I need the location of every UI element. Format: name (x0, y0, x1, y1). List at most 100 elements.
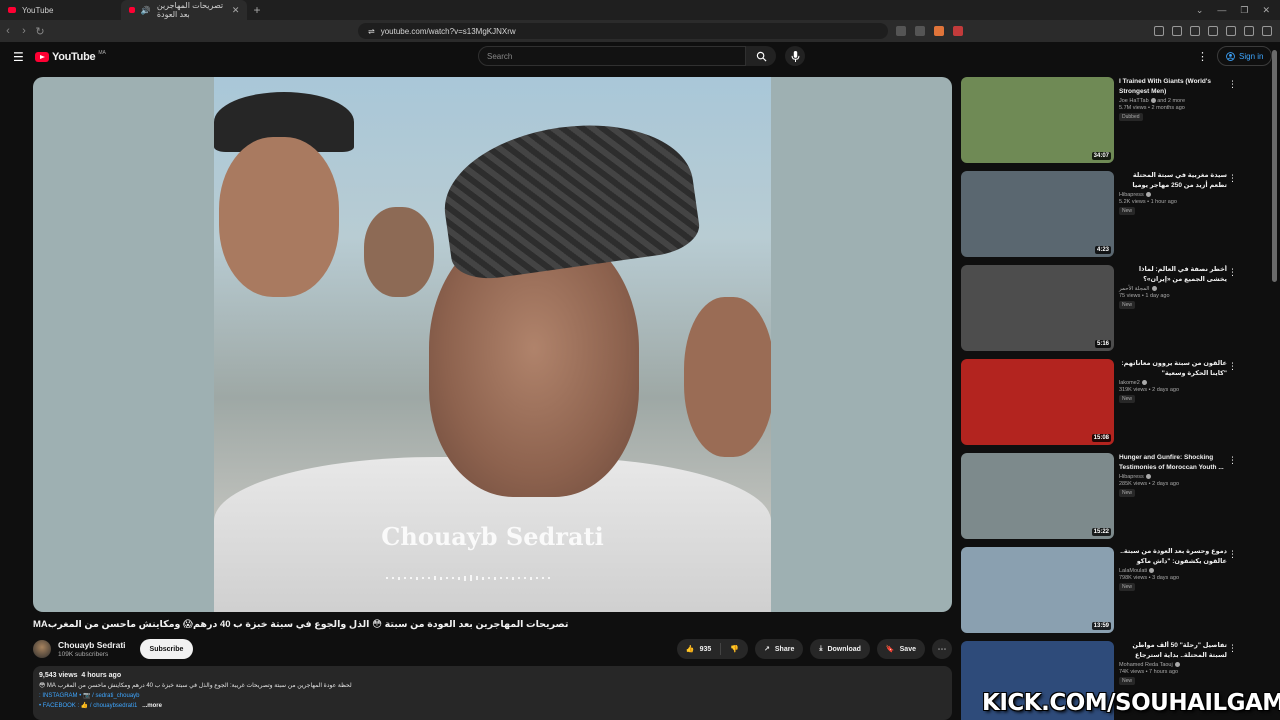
video-menu-icon[interactable]: ⋮ (1228, 361, 1237, 372)
reload-icon[interactable]: ↻ (32, 25, 48, 38)
video-menu-icon[interactable]: ⋮ (1228, 549, 1237, 560)
url-field[interactable]: ⇌ youtube.com/watch?v=s13MgKJNXrw (358, 23, 888, 39)
video-menu-icon[interactable]: ⋮ (1228, 173, 1237, 184)
instagram-link[interactable]: : INSTAGRAM • 📷 / sedrati_chouayb (39, 693, 140, 699)
bookmarks-icon[interactable] (1190, 26, 1200, 36)
recommended-video[interactable]: 15:08 عالقون من سبتة يروون معاناتهم: "كاي… (961, 359, 1245, 445)
tab-list-icon[interactable]: ⌄ (1196, 5, 1204, 16)
video-thumbnail[interactable]: 15:08 (961, 359, 1114, 445)
subscribe-button[interactable]: Subscribe (139, 639, 194, 659)
video-title[interactable]: تفاصيل "رحلة" 50 ألف مواطن لسبتة المحتلة… (1119, 641, 1227, 660)
translate-icon[interactable] (896, 26, 906, 36)
channel-name-text[interactable]: LalaMoulati (1119, 568, 1147, 574)
settings-menu-icon[interactable]: ⋮ (1197, 50, 1208, 63)
back-icon[interactable]: ‹ (0, 25, 16, 37)
hamburger-menu-icon[interactable]: ☰ (13, 50, 24, 64)
channel-name-text[interactable]: المجلة الأحمر (1119, 286, 1150, 292)
collab-text: and 2 more (1157, 98, 1186, 104)
more-actions-button[interactable]: ⋯ (932, 639, 952, 659)
close-window-icon[interactable]: ✕ (1262, 5, 1270, 16)
show-more-link[interactable]: ...more (142, 703, 162, 709)
video-actions: 👍 935 👎 ↗ Share ⤓ Download 🔖 Save ⋯ (676, 639, 952, 659)
close-tab-icon[interactable]: ✕ (232, 5, 240, 16)
video-title[interactable]: Hunger and Gunfire: Shocking Testimonies… (1119, 453, 1227, 472)
search-input[interactable]: Search (478, 46, 746, 66)
bookmark-icon: 🔖 (885, 646, 895, 653)
video-title[interactable]: دموع وحسرة بعد العودة من سبتة.. عالقون ي… (1119, 547, 1227, 566)
download-button[interactable]: ⤓ Download (810, 639, 870, 659)
waveform-bar (458, 576, 460, 580)
video-meta: سيدة مغربية في سبتة المحتلة تطعم أزيد من… (1119, 171, 1227, 257)
video-player[interactable]: Chouayb Sedrati (33, 77, 952, 612)
video-menu-icon[interactable]: ⋮ (1228, 79, 1237, 90)
video-title[interactable]: I Trained With Giants (World's Strongest… (1119, 77, 1227, 96)
minimize-icon[interactable]: — (1217, 5, 1226, 16)
like-count: 935 (699, 645, 712, 653)
search-button[interactable] (746, 46, 776, 66)
video-menu-icon[interactable]: ⋮ (1228, 643, 1237, 654)
sign-in-button[interactable]: Sign in (1217, 46, 1273, 66)
like-button[interactable]: 👍 935 (677, 645, 720, 654)
waveform-bar (524, 577, 526, 579)
save-button[interactable]: 🔖 Save (876, 639, 925, 659)
page-scrollbar[interactable] (1272, 50, 1277, 282)
new-tab-button[interactable]: + (247, 3, 266, 17)
shield-icon[interactable] (934, 26, 944, 36)
waveform-bar (482, 576, 484, 580)
video-title[interactable]: أخطر نصفة في العالم: لماذا يخشى الجميع م… (1119, 265, 1227, 284)
country-code: MA (98, 50, 106, 56)
rewards-icon[interactable] (953, 26, 963, 36)
voice-search-button[interactable] (785, 46, 805, 66)
browser-tab-youtube[interactable]: YouTube (0, 0, 61, 20)
forward-icon[interactable]: › (16, 25, 32, 37)
recommended-video[interactable]: 15:22 Hunger and Gunfire: Shocking Testim… (961, 453, 1245, 539)
browser-tab-video[interactable]: 🔊 تصريحات المهاجرين بعد العودة ✕ (121, 0, 248, 20)
extensions-icon[interactable] (1154, 26, 1164, 36)
menu-icon[interactable] (1262, 26, 1272, 36)
channel-name-text[interactable]: Hibapress (1119, 474, 1144, 480)
facebook-link[interactable]: • FACEBOOK : 👍 / chouaybsedrati1 (39, 703, 137, 709)
dislike-button[interactable]: 👎 (721, 645, 748, 653)
video-thumbnail[interactable]: 4:23 (961, 171, 1114, 257)
wallet-icon[interactable] (1226, 26, 1236, 36)
video-title[interactable]: سيدة مغربية في سبتة المحتلة تطعم أزيد من… (1119, 171, 1227, 190)
thumbs-down-icon: 👎 (730, 646, 740, 653)
channel-avatar[interactable] (33, 640, 51, 658)
description-box[interactable]: 9,543 views 4 hours ago لحظة عودة المهاج… (33, 666, 952, 720)
download-icon: ⤓ (819, 645, 823, 652)
verified-icon (1145, 474, 1151, 480)
video-badge: Dubbed (1119, 113, 1143, 121)
waveform-bar (488, 577, 490, 579)
channel-name-text[interactable]: Hibapress (1119, 192, 1144, 198)
youtube-logo[interactable]: YouTube MA (35, 50, 106, 63)
site-info-icon[interactable]: ⇌ (368, 27, 375, 36)
recommended-video[interactable]: 5:16 أخطر نصفة في العالم: لماذا يخشى الجم… (961, 265, 1245, 351)
recommended-video[interactable]: 34:07 I Trained With Giants (World's Stro… (961, 77, 1245, 163)
sidebar-icon[interactable] (1172, 26, 1182, 36)
video-thumbnail[interactable]: 15:22 (961, 453, 1114, 539)
video-thumbnail[interactable]: 13:59 (961, 547, 1114, 633)
restore-icon[interactable]: ❐ (1240, 5, 1248, 16)
youtube-favicon-icon (129, 7, 135, 13)
video-thumbnail[interactable]: 5:16 (961, 265, 1114, 351)
audio-waveform (386, 574, 596, 582)
video-menu-icon[interactable]: ⋮ (1228, 267, 1237, 278)
verified-icon (1150, 98, 1156, 104)
video-title[interactable]: عالقون من سبتة يروون معاناتهم: "كاينا ال… (1119, 359, 1227, 378)
verified-icon (1149, 568, 1155, 574)
cast-icon[interactable] (915, 26, 925, 36)
channel-name-text[interactable]: lakome2 (1119, 380, 1140, 386)
video-thumbnail[interactable]: 34:07 (961, 77, 1114, 163)
video-menu-icon[interactable]: ⋮ (1228, 455, 1237, 466)
channel-info: Chouayb Sedrati 109K subscribers (58, 640, 126, 658)
downloads-icon[interactable] (1208, 26, 1218, 36)
channel-name-text[interactable]: Joe HaTTab (1119, 98, 1149, 104)
channel-name-text[interactable]: Mohamed Reda Taouj (1119, 662, 1173, 668)
share-button[interactable]: ↗ Share (755, 639, 804, 659)
video-meta: دموع وحسرة بعد العودة من سبتة.. عالقون ي… (1119, 547, 1227, 633)
view-stats: 5.2K views • 1 hour ago (1119, 199, 1177, 205)
recommended-video[interactable]: 4:23 سيدة مغربية في سبتة المحتلة تطعم أزي… (961, 171, 1245, 257)
channel-name[interactable]: Chouayb Sedrati (58, 640, 126, 650)
recommended-video[interactable]: 13:59 دموع وحسرة بعد العودة من سبتة.. عال… (961, 547, 1245, 633)
vpn-icon[interactable] (1244, 26, 1254, 36)
